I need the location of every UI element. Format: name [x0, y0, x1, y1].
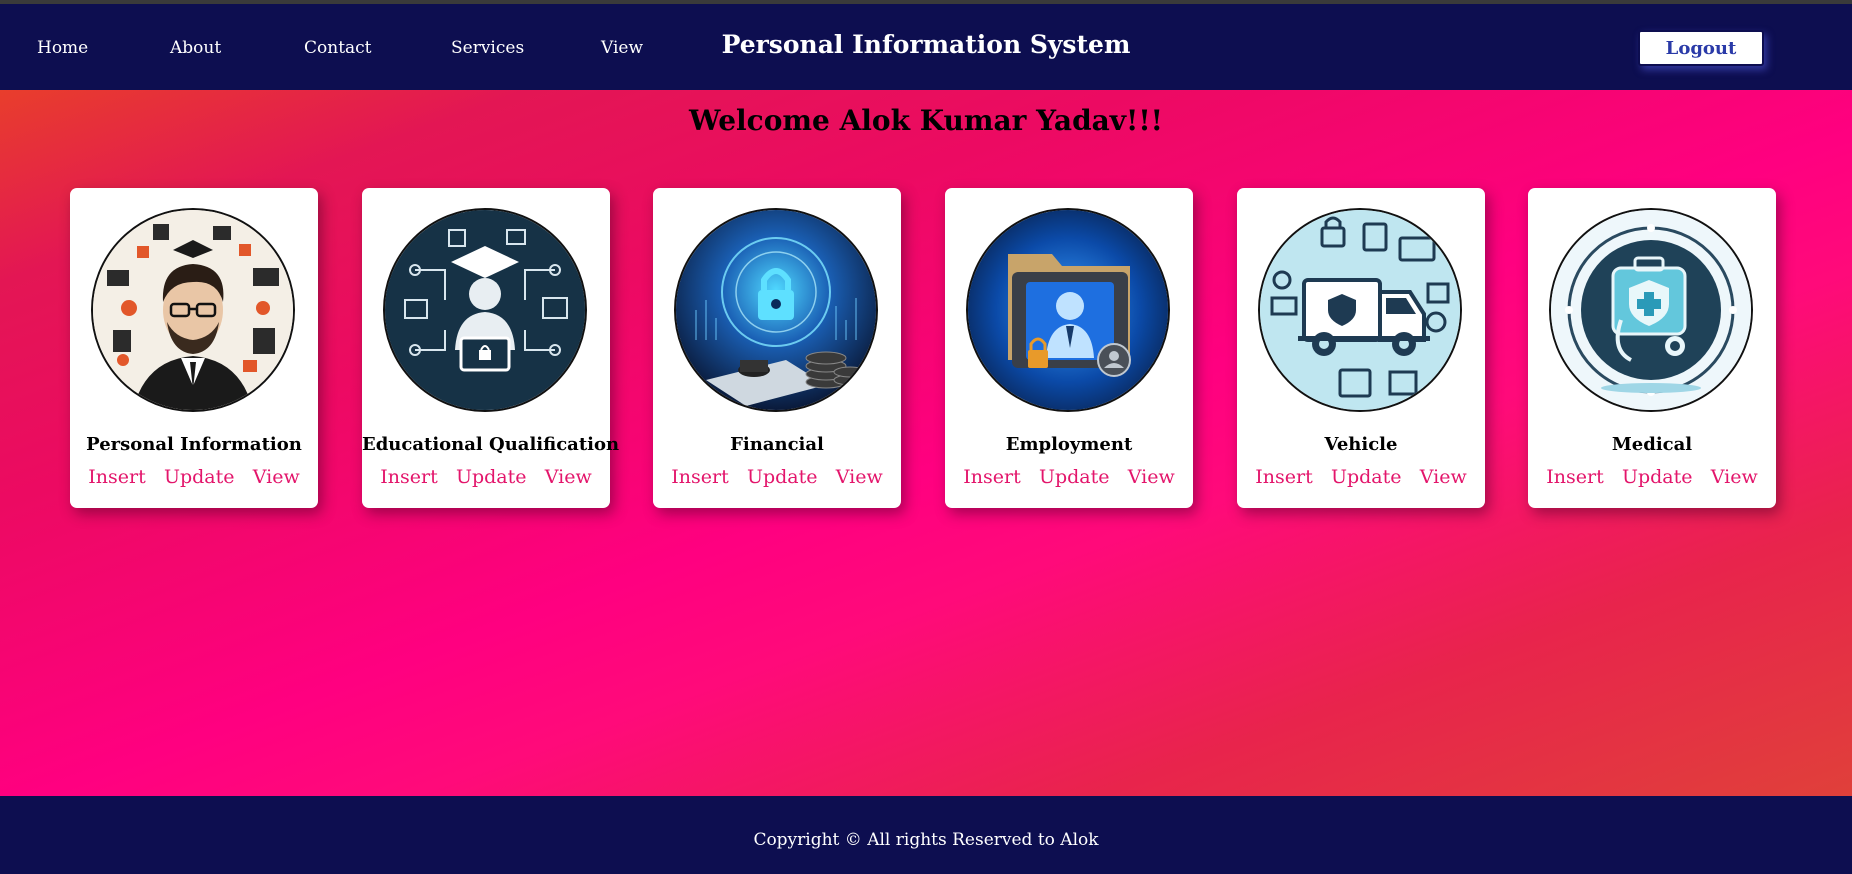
- update-link[interactable]: Update: [747, 466, 818, 488]
- card-actions: Insert Update View: [362, 466, 610, 488]
- footer: Copyright © All rights Reserved to Alok: [0, 796, 1852, 874]
- welcome-heading: Welcome Alok Kumar Yadav!!!: [689, 104, 1163, 137]
- insert-link[interactable]: Insert: [1255, 466, 1312, 488]
- card-personal-information: Personal Information Insert Update View: [70, 188, 318, 508]
- vehicle-truck-icon: [1258, 208, 1462, 412]
- nav-home-link[interactable]: Home: [37, 38, 88, 58]
- insert-link[interactable]: Insert: [1546, 466, 1603, 488]
- card-vehicle: Vehicle Insert Update View: [1237, 188, 1485, 508]
- update-link[interactable]: Update: [164, 466, 235, 488]
- card-medical: Medical Insert Update View: [1528, 188, 1776, 508]
- card-title: Vehicle: [1324, 434, 1398, 455]
- insert-link[interactable]: Insert: [671, 466, 728, 488]
- nav-view-link[interactable]: View: [601, 38, 643, 58]
- navbar: Home About Contact Services View Persona…: [0, 4, 1852, 90]
- view-link[interactable]: View: [836, 466, 883, 488]
- insert-link[interactable]: Insert: [963, 466, 1020, 488]
- card-financial: Financial Insert Update View: [653, 188, 901, 508]
- dashboard: Welcome Alok Kumar Yadav!!! Personal Inf…: [0, 90, 1852, 796]
- update-link[interactable]: Update: [456, 466, 527, 488]
- update-link[interactable]: Update: [1622, 466, 1693, 488]
- employee-folder-icon: [966, 208, 1170, 412]
- copyright-text: Copyright © All rights Reserved to Alok: [753, 830, 1099, 850]
- card-actions: Insert Update View: [70, 466, 318, 488]
- person-portrait-icon: [91, 208, 295, 412]
- nav-services-link[interactable]: Services: [451, 38, 524, 58]
- insert-link[interactable]: Insert: [88, 466, 145, 488]
- medical-kit-icon: [1549, 208, 1753, 412]
- view-link[interactable]: View: [1420, 466, 1467, 488]
- card-title: Medical: [1611, 434, 1693, 455]
- view-link[interactable]: View: [545, 466, 592, 488]
- card-title: Educational Qualification: [362, 434, 620, 455]
- insert-link[interactable]: Insert: [380, 466, 437, 488]
- view-link[interactable]: View: [253, 466, 300, 488]
- card-actions: Insert Update View: [1237, 466, 1485, 488]
- graduate-icon: [383, 208, 587, 412]
- card-title: Employment: [1005, 434, 1133, 455]
- finance-lock-icon: [674, 208, 878, 412]
- card-actions: Insert Update View: [945, 466, 1193, 488]
- site-title: Personal Information System: [721, 30, 1131, 59]
- card-title: Financial: [730, 434, 824, 455]
- update-link[interactable]: Update: [1331, 466, 1402, 488]
- card-educational-qualification: Educational Qualification Insert Update …: [362, 188, 620, 508]
- logout-button[interactable]: Logout: [1638, 30, 1764, 66]
- card-employment: Employment Insert Update View: [945, 188, 1193, 508]
- nav-contact-link[interactable]: Contact: [304, 38, 372, 58]
- nav-about-link[interactable]: About: [170, 38, 221, 58]
- card-actions: Insert Update View: [1528, 466, 1776, 488]
- view-link[interactable]: View: [1128, 466, 1175, 488]
- update-link[interactable]: Update: [1039, 466, 1110, 488]
- view-link[interactable]: View: [1711, 466, 1758, 488]
- card-title: Personal Information: [86, 434, 302, 455]
- card-actions: Insert Update View: [653, 466, 901, 488]
